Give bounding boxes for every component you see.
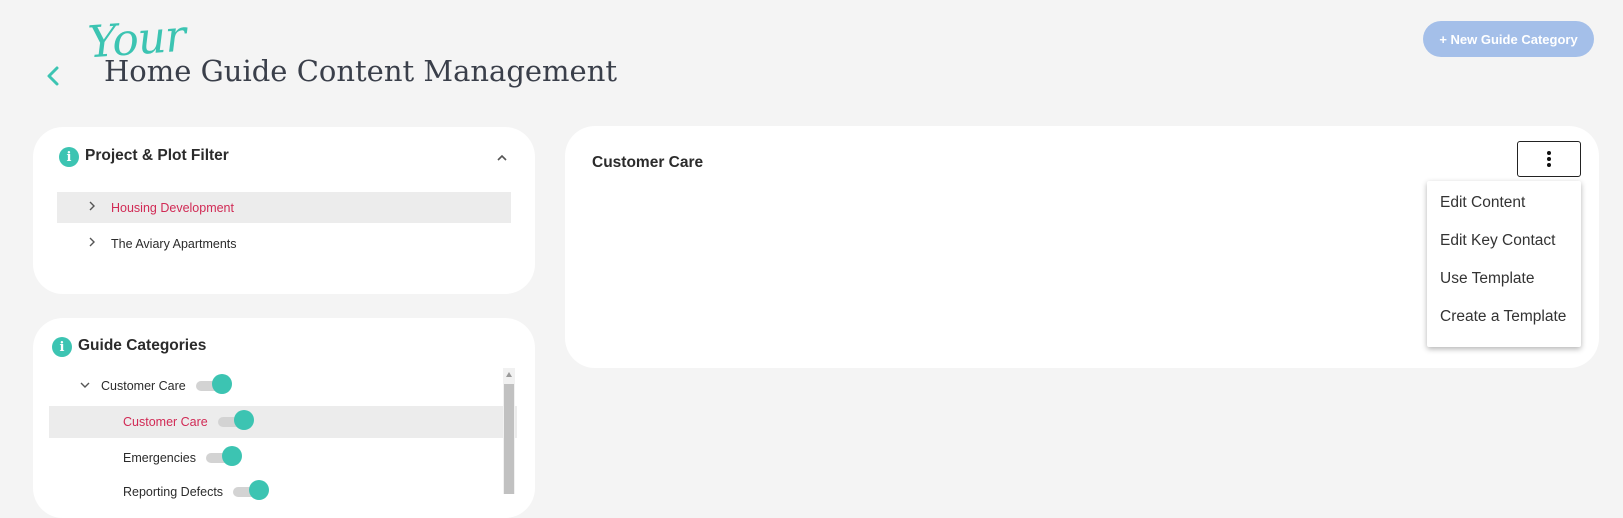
more-options-button[interactable]: [1517, 141, 1581, 177]
chevron-up-icon[interactable]: [496, 151, 508, 169]
project-plot-filter-card: i Project & Plot Filter Housing Developm…: [33, 127, 535, 294]
menu-item-edit-key-contact[interactable]: Edit Key Contact: [1440, 232, 1555, 250]
category-item-emergencies[interactable]: Emergencies: [49, 442, 499, 474]
info-icon: i: [59, 147, 79, 167]
content-card-title: Customer Care: [592, 154, 704, 171]
filter-item-label: The Aviary Apartments: [111, 236, 237, 251]
chevron-down-icon[interactable]: [79, 379, 91, 393]
new-guide-category-button[interactable]: + New Guide Category: [1423, 21, 1594, 57]
category-item-customer-care[interactable]: Customer Care: [49, 406, 517, 438]
category-label: Customer Care: [123, 415, 208, 429]
category-item-customer-care-parent[interactable]: Customer Care: [49, 370, 499, 402]
more-vertical-icon: [1547, 151, 1551, 167]
filter-item-housing-development[interactable]: Housing Development: [57, 192, 511, 223]
category-toggle[interactable]: [233, 480, 270, 500]
filter-item-label: Housing Development: [111, 200, 234, 215]
back-icon[interactable]: [44, 64, 64, 88]
category-label: Emergencies: [123, 451, 196, 465]
guide-categories-card: i Guide Categories Customer Care Custome…: [33, 318, 535, 518]
categories-card-title: Guide Categories: [78, 337, 207, 354]
filter-item-aviary-apartments[interactable]: The Aviary Apartments: [57, 228, 511, 259]
filter-card-title: Project & Plot Filter: [85, 147, 229, 164]
category-toggle[interactable]: [205, 446, 242, 466]
info-icon: i: [52, 337, 72, 357]
scrollbar-thumb[interactable]: [504, 384, 514, 494]
categories-scrollbar[interactable]: [503, 368, 515, 494]
menu-item-create-template[interactable]: Create a Template: [1440, 308, 1566, 326]
chevron-right-icon: [87, 200, 97, 215]
category-toggle[interactable]: [195, 374, 232, 394]
category-label: Reporting Defects: [123, 485, 224, 499]
menu-item-edit-content[interactable]: Edit Content: [1440, 194, 1525, 212]
page-title: Home Guide Content Management: [104, 54, 618, 88]
category-toggle[interactable]: [217, 410, 254, 430]
category-label: Customer Care: [101, 379, 186, 393]
options-menu: Edit Content Edit Key Contact Use Templa…: [1427, 181, 1581, 347]
category-item-reporting-defects[interactable]: Reporting Defects: [49, 476, 499, 508]
scroll-up-icon[interactable]: [506, 372, 512, 377]
menu-item-use-template[interactable]: Use Template: [1440, 270, 1534, 288]
chevron-right-icon: [87, 236, 97, 251]
